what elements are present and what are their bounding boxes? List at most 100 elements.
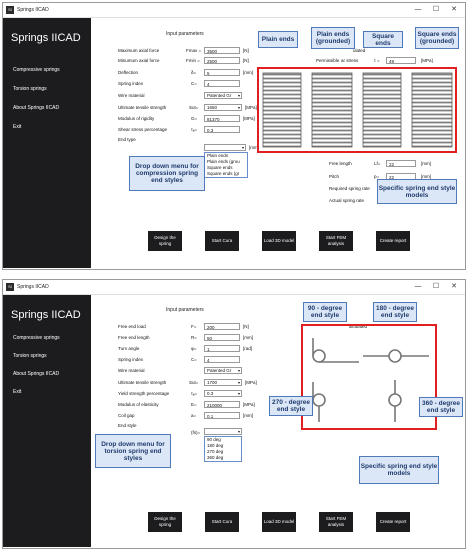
modulus-elasticity-input[interactable]: 210000 (204, 401, 240, 408)
shear-stress-input[interactable]: 0.3 (204, 126, 240, 133)
sidebar-item-exit[interactable]: Exit (13, 124, 21, 130)
create-report-button[interactable]: Create report (376, 512, 410, 532)
chevron-down-icon: ▾ (237, 391, 240, 396)
callout-compression-models-note: Specific spring end style models (377, 179, 457, 204)
shear-stress-output: 49 (386, 57, 416, 64)
sidebar-item-compressive[interactable]: Compressive springs (13, 67, 60, 73)
result-label: Permissible (316, 58, 340, 63)
min-axial-force-input[interactable]: 2500 (204, 57, 240, 64)
row-symbol: τₐ= (191, 391, 198, 396)
row-symbol: a= (191, 413, 197, 418)
unit: [MPa] (245, 105, 257, 110)
select-value: 0.3 (207, 391, 214, 396)
start-fem-button[interactable]: Start FEM analysis (319, 512, 353, 532)
window-title: Springs IICAD (17, 284, 49, 290)
design-spring-button[interactable]: Design the spring (148, 231, 182, 251)
row-label: Turn angle (118, 346, 140, 351)
row-label: Wire material (118, 93, 145, 98)
result-label: Required spring rate (329, 186, 370, 191)
start-cura-button[interactable]: Start Cura (205, 231, 239, 251)
spring-index-input[interactable]: 4 (204, 80, 240, 87)
row-symbol: φ= (191, 346, 197, 351)
result-label: Actual spring rate (329, 198, 365, 203)
start-cura-button[interactable]: Start Cura (205, 512, 239, 532)
start-fem-button[interactable]: Start FEM analysis (319, 231, 353, 251)
dropdown-option[interactable]: 360 deg (205, 455, 241, 461)
turn-angle-input[interactable]: 1 (204, 345, 240, 352)
dropdown-option[interactable]: Square ends (gr (205, 171, 247, 177)
load-3d-model-button[interactable]: Load 3D model (262, 231, 296, 251)
tensile-strength-select[interactable]: 1650 ▾ (204, 104, 242, 111)
row-label: Free end length (118, 335, 150, 340)
app-icon: SI (6, 283, 14, 291)
title-bar: SI Springs IICAD — ☐ ✕ (3, 280, 465, 295)
row-label: Coil gap (118, 413, 135, 418)
maximize-icon[interactable]: ☐ (431, 282, 441, 292)
row-symbol: τₐ= (191, 127, 198, 132)
sidebar-item-about[interactable]: About Springs IICAD (13, 105, 59, 111)
row-symbol: C= (191, 81, 197, 86)
yield-strength-select[interactable]: 0.3 ▾ (204, 390, 242, 397)
row-label: Spring index (118, 81, 144, 86)
callout-90-degree: 90 - degree end style (303, 302, 347, 322)
free-end-load-input[interactable]: 200 (204, 323, 240, 330)
free-end-length-input[interactable]: 50 (204, 334, 240, 341)
sidebar-item-torsion[interactable]: Torsion springs (13, 353, 47, 359)
row-symbol: G= (191, 116, 198, 121)
row-symbol: (fs)= (191, 430, 201, 435)
row-label: End type (118, 137, 136, 142)
free-length-output: 22 (386, 160, 416, 167)
app-title: Springs IICAD (11, 32, 81, 44)
callout-square-ends-grounded: Square ends (grounded) (415, 27, 459, 49)
title-bar: SI Springs IICAD — ☐ ✕ (3, 3, 465, 18)
result-label: Free length (329, 161, 352, 166)
chevron-down-icon: ▾ (241, 145, 244, 150)
window-title: Springs IICAD (17, 7, 49, 13)
row-symbol: Fmin = (186, 58, 200, 63)
wire-material-select[interactable]: Patented Gr ▾ (204, 367, 242, 374)
maximize-icon[interactable]: ☐ (431, 5, 441, 15)
load-3d-model-button[interactable]: Load 3D model (262, 512, 296, 532)
coil-gap-input[interactable]: 0.1 (204, 412, 240, 419)
modulus-rigidity-input[interactable]: 81370 (204, 115, 240, 122)
unit: [MPa] (421, 58, 433, 63)
result-label: Pitch (329, 174, 340, 179)
end-style-dropdown: 90 deg 180 deg 270 deg 360 deg (204, 436, 242, 462)
sidebar-item-compressive[interactable]: Compressive springs (13, 335, 60, 341)
app-icon: SI (6, 6, 14, 14)
end-type-select[interactable]: ▾ (204, 144, 246, 151)
end-style-select[interactable]: ▾ (204, 428, 242, 435)
max-axial-force-input[interactable]: 3500 (204, 47, 240, 54)
deflection-input[interactable]: 5 (204, 69, 240, 76)
spring-index-input[interactable]: 4 (204, 356, 240, 363)
chevron-down-icon: ▾ (237, 105, 240, 110)
design-spring-button[interactable]: Design the spring (148, 512, 182, 532)
chevron-down-icon: ▾ (237, 429, 240, 434)
result-label: ar stress (341, 58, 359, 63)
tensile-strength-select[interactable]: 1700 ▾ (204, 379, 242, 386)
callout-compression-dropdown-note: Drop down menu for compression spring en… (129, 156, 205, 191)
minimize-icon[interactable]: — (413, 282, 423, 292)
sidebar-item-torsion[interactable]: Torsion springs (13, 86, 47, 92)
row-label: End style (118, 423, 137, 428)
sidebar-item-exit[interactable]: Exit (13, 389, 21, 395)
create-report-button[interactable]: Create report (376, 231, 410, 251)
row-label: Shear stress percentage (118, 127, 168, 132)
unit: [MPa] (245, 380, 257, 385)
select-value: 1700 (207, 380, 218, 385)
row-label: Wire material (118, 368, 145, 373)
sidebar: Springs IICAD Compressive springs Torsio… (3, 295, 91, 547)
unit: [N] (243, 58, 249, 63)
close-icon[interactable]: ✕ (449, 282, 459, 292)
unit: [N] (243, 324, 249, 329)
callout-torsion-models-note: Specific spring end style models (359, 456, 439, 484)
row-label: Deflection (118, 70, 139, 75)
minimize-icon[interactable]: — (413, 5, 423, 15)
row-symbol: Sut= (189, 105, 199, 110)
close-icon[interactable]: ✕ (449, 5, 459, 15)
wire-material-select[interactable]: Patented Gr ▾ (204, 92, 242, 99)
sidebar-item-about[interactable]: About Springs IICAD (13, 371, 59, 377)
row-label: Spring index (118, 357, 144, 362)
row-symbol: F= (191, 324, 197, 329)
unit: [mm] (243, 335, 253, 340)
